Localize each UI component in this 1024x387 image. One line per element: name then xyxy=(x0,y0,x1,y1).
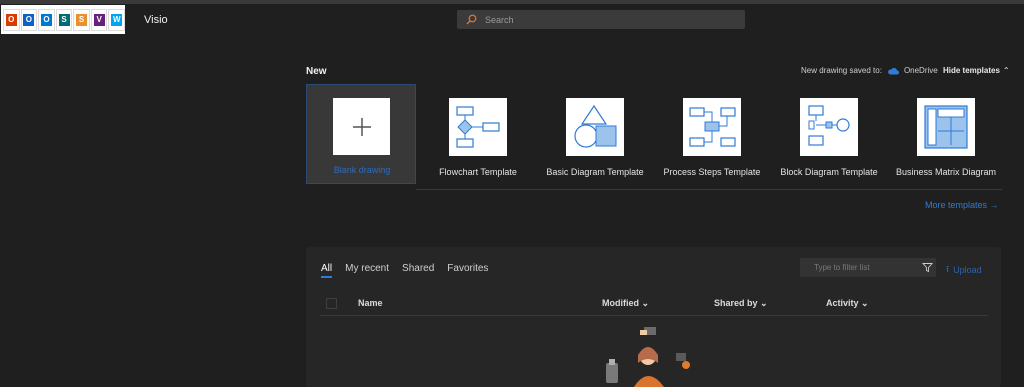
sharepoint-icon[interactable]: S xyxy=(55,8,73,31)
templates-divider xyxy=(416,189,1002,190)
chevron-down-icon: ⌄ xyxy=(641,298,650,308)
filter-icon[interactable] xyxy=(922,262,933,273)
windows-icon[interactable]: W xyxy=(108,8,126,31)
template-business-matrix[interactable]: Business Matrix Diagram xyxy=(891,84,1001,184)
template-label: Process Steps Template xyxy=(663,167,761,177)
template-label: Basic Diagram Template xyxy=(546,167,644,177)
outlook-icon[interactable]: O xyxy=(20,8,38,31)
column-shared-by[interactable]: Shared by ⌄ xyxy=(714,298,768,309)
onedrive-icon xyxy=(888,67,899,74)
flowchart-icon xyxy=(449,98,507,156)
header-divider xyxy=(320,315,988,316)
template-label: Business Matrix Diagram xyxy=(895,167,997,177)
template-process-steps[interactable]: Process Steps Template xyxy=(657,84,767,184)
sway-icon[interactable]: S xyxy=(73,8,90,31)
tab-favorites[interactable]: Favorites xyxy=(447,263,488,278)
template-block-diagram[interactable]: Block Diagram Template xyxy=(774,84,884,184)
template-label: Block Diagram Template xyxy=(780,167,878,177)
chevron-down-icon: ⌄ xyxy=(861,298,869,308)
outlook-alt-icon[interactable]: O xyxy=(38,8,55,31)
office-icon[interactable]: O xyxy=(3,8,20,31)
column-modified-label: Modified xyxy=(602,298,639,308)
template-basic-diagram[interactable]: Basic Diagram Template xyxy=(540,84,650,184)
file-tabs: All My recent Shared Favorites xyxy=(321,263,488,278)
more-templates-label: More templates xyxy=(925,200,988,210)
chevron-up-icon: ⌃ xyxy=(1002,66,1010,75)
column-modified[interactable]: Modified ⌄ xyxy=(602,298,649,309)
column-activity[interactable]: Activity ⌄ xyxy=(826,298,869,309)
filter-box[interactable] xyxy=(800,258,936,277)
plus-icon xyxy=(333,98,390,155)
more-templates-link[interactable]: More templates → xyxy=(925,200,999,210)
block-diagram-icon xyxy=(800,98,858,156)
column-activity-label: Activity xyxy=(826,298,859,308)
templates-row: Blank drawing Flowchart Template Basic D xyxy=(306,84,1006,186)
saved-to-label: New drawing saved to: xyxy=(801,66,882,75)
template-label: Blank drawing xyxy=(333,165,391,175)
window-top-border xyxy=(0,0,1024,4)
arrow-right-icon: → xyxy=(989,200,999,210)
select-all-checkbox[interactable] xyxy=(326,298,337,309)
column-shared-by-label: Shared by xyxy=(714,298,758,308)
search-box[interactable] xyxy=(457,10,745,29)
tab-my-recent[interactable]: My recent xyxy=(345,263,389,278)
saved-to-location[interactable]: OneDrive xyxy=(904,66,938,75)
app-name[interactable]: Visio xyxy=(144,14,168,26)
tab-all[interactable]: All xyxy=(321,263,333,278)
tab-shared[interactable]: Shared xyxy=(402,263,434,278)
process-steps-icon xyxy=(683,98,741,156)
template-label: Flowchart Template xyxy=(439,167,517,177)
hide-templates-label: Hide templates xyxy=(943,66,1000,75)
chevron-down-icon: ⌄ xyxy=(760,298,768,308)
new-section-title: New xyxy=(306,66,327,77)
upload-icon: ⭱ xyxy=(946,264,950,274)
filter-input[interactable] xyxy=(812,262,916,273)
files-panel: All My recent Shared Favorites ⭱ Upload … xyxy=(306,247,1001,387)
saved-to-info: New drawing saved to: OneDrive xyxy=(801,66,938,75)
upload-label: Upload xyxy=(953,265,982,275)
template-blank-drawing[interactable]: Blank drawing xyxy=(306,84,416,184)
template-flowchart[interactable]: Flowchart Template xyxy=(423,84,533,184)
visual-studio-icon[interactable]: V xyxy=(90,8,108,31)
column-name[interactable]: Name xyxy=(358,298,383,308)
hide-templates-button[interactable]: Hide templates ⌃ xyxy=(943,66,1010,75)
business-matrix-icon xyxy=(917,98,975,156)
app-launcher-strip[interactable]: O O O S S V W xyxy=(1,5,126,34)
search-icon xyxy=(466,14,477,25)
search-input[interactable] xyxy=(483,13,737,26)
upload-button[interactable]: ⭱ Upload xyxy=(946,262,982,278)
basic-diagram-icon xyxy=(566,98,624,156)
